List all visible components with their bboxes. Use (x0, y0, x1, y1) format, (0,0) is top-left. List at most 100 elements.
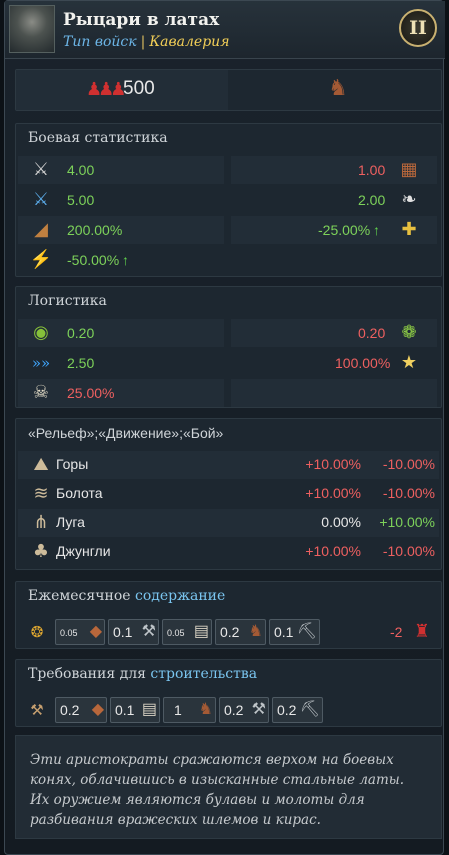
casualty-value: -25.00% (318, 222, 371, 238)
unit-type-label: Тип войск (63, 34, 137, 50)
upkeep-value: 0.05 (167, 628, 185, 638)
build-chip: 0.1 ▤ (110, 697, 160, 723)
grass-icon: ⋔ (33, 512, 49, 533)
terrain-value-2: -10.00% (382, 456, 435, 472)
casualty-arrow-icon: ↑ (373, 222, 380, 238)
cloth-icon: ▤ (141, 701, 157, 718)
build-value: 0.2 (60, 702, 80, 718)
terrain-box: «Рельеф»;«Движение»;«Бой» ⛰ Горы +10.00%… (15, 418, 442, 570)
build-chip: 1 ♞ (163, 697, 216, 723)
logistics-box: Логистика ◉ 0.20 0.20 ❁ »» 2.50 100.00% … (15, 286, 442, 408)
build-value: 0.2 (277, 702, 297, 718)
melee-attack-value: 4.00 (67, 162, 95, 178)
upkeep-value: 0.05 (60, 628, 78, 638)
marsh-icon: ≋ (33, 483, 49, 504)
forage-value: 0.20 (358, 325, 386, 341)
star-bomb-icon: ★ (400, 352, 418, 373)
gold-coins-icon: ❂ (30, 623, 44, 641)
upkeep-chip: 0.2 ♞ (215, 619, 266, 645)
pickaxe-icon: ⛏ (296, 623, 317, 640)
build-value: 1 (174, 702, 182, 718)
terrain-value-2: -10.00% (382, 543, 435, 559)
defense-value: 1.00 (358, 162, 386, 178)
terrain-value-1: +10.00% (305, 543, 361, 559)
attrition-value: 100.00% (335, 355, 391, 371)
terrain-value-1: 0.00% (321, 514, 361, 530)
pickaxe-icon: ⛏ (299, 701, 320, 718)
logistics-heading: Логистика (28, 293, 107, 309)
speed-value: 2.50 (67, 355, 95, 371)
terrain-value-2: -10.00% (382, 485, 435, 501)
upkeep-value: 0.1 (113, 624, 133, 640)
unit-header: Рыцари в латах Тип войск | Кавалерия II (5, 1, 445, 59)
charge-attack-value: 5.00 (67, 192, 95, 208)
lightning-bonus-icon: ⚡ (29, 249, 53, 270)
unit-type-value: Кавалерия (149, 34, 230, 50)
combat-stats-heading: Боевая статистика (28, 130, 168, 146)
build-chip: 0.2 ◆ (55, 697, 107, 723)
terrain-value-1: +10.00% (305, 456, 361, 472)
unit-type: Тип войск | Кавалерия (63, 34, 230, 50)
leather-icon: ◆ (91, 701, 104, 718)
horse-icon: ♞ (198, 701, 213, 718)
terrain-label: Болота (56, 485, 103, 501)
horse-icon: ♞ (248, 623, 263, 640)
build-value: 0.2 (224, 702, 244, 718)
terrain-value-2: +10.00% (379, 514, 435, 530)
mountains-icon: ⛰ (33, 454, 49, 475)
build-heading: Требования для строительства (28, 666, 258, 682)
unit-tooltip-panel: Рыцари в латах Тип войск | Кавалерия II ♟♟… (4, 0, 445, 855)
manpower-icon: ♜ (413, 621, 431, 642)
terrain-heading: «Рельеф»;«Движение»;«Бой» (28, 425, 224, 441)
terrain-value-1: +10.00% (305, 485, 361, 501)
lightning-bonus-arrow-icon: ↑ (122, 252, 129, 268)
build-value: 0.1 (115, 702, 135, 718)
forage-icon: ❁ (401, 322, 417, 343)
morale-damage-value: 200.00% (67, 222, 123, 238)
terrain-row: ≋ Болота +10.00% -10.00% (18, 480, 439, 508)
lightning-bonus-value: -50.00% (67, 252, 120, 268)
speed-chevrons-icon: »» (31, 354, 51, 372)
unit-size-value: 500 (123, 78, 155, 99)
tools-icon: ⚒ (141, 623, 156, 640)
unit-size-box: ♟♟♟ 500 ♞ (15, 69, 442, 111)
charge-attack-icon: ⚔ (32, 189, 50, 210)
unit-level-badge: II (399, 9, 437, 47)
supply-value: 0.20 (67, 325, 95, 341)
terrain-row: ⋔ Луга 0.00% +10.00% (18, 509, 439, 537)
unit-description: Эти аристократы сражаются верхом на боев… (15, 735, 442, 839)
leather-icon: ◆ (89, 623, 102, 640)
cloth-icon: ▤ (193, 623, 209, 640)
hammer-icon: ⚒ (30, 701, 44, 719)
upkeep-chip: 0.1 ⛏ (269, 619, 320, 645)
morale-damage-icon: ◢ (34, 219, 48, 240)
combat-stats-box: Боевая статистика ⚔ 4.00 1.00 ▦ ⚔ 5.00 2… (15, 123, 442, 277)
jungle-icon: ♣ (32, 541, 50, 562)
build-requirements-box: Требования для строительства ⚒ 0.2 ◆ 0.1… (15, 659, 442, 727)
terrain-row: ⛰ Горы +10.00% -10.00% (18, 451, 439, 479)
skull-icon: ☠ (32, 382, 50, 403)
wing-icon: ❧ (401, 189, 417, 210)
upkeep-chip: 0.05 ▤ (162, 619, 212, 645)
cavalry-icon: ♞ (328, 76, 348, 101)
casualties-value: 25.00% (67, 385, 115, 401)
upkeep-chip: 0.1 ⚒ (108, 619, 159, 645)
upkeep-heading: Ежемесячное содержание (28, 588, 226, 604)
melee-attack-icon: ⚔ (32, 159, 50, 180)
supply-sack-icon: ◉ (33, 322, 49, 343)
terrain-row: ♣ Джунгли +10.00% -10.00% (18, 538, 439, 566)
upkeep-value: 0.1 (274, 624, 294, 640)
defense-wall-icon: ▦ (400, 159, 418, 180)
breakthrough-value: 2.00 (358, 192, 386, 208)
terrain-label: Горы (56, 456, 89, 472)
build-chip: 0.2 ⛏ (272, 697, 323, 723)
tools-icon: ⚒ (251, 701, 266, 718)
manpower-value: -2 (390, 624, 403, 640)
build-chip: 0.2 ⚒ (219, 697, 269, 723)
unit-portrait (9, 5, 55, 53)
upkeep-box: Ежемесячное содержание ❂ 0.05 ◆ 0.1 ⚒ 0.… (15, 581, 442, 649)
terrain-label: Джунгли (56, 543, 111, 559)
casualty-icon: ✚ (401, 219, 417, 240)
terrain-label: Луга (56, 514, 85, 530)
soldiers-icon: ♟♟♟ (86, 79, 126, 100)
